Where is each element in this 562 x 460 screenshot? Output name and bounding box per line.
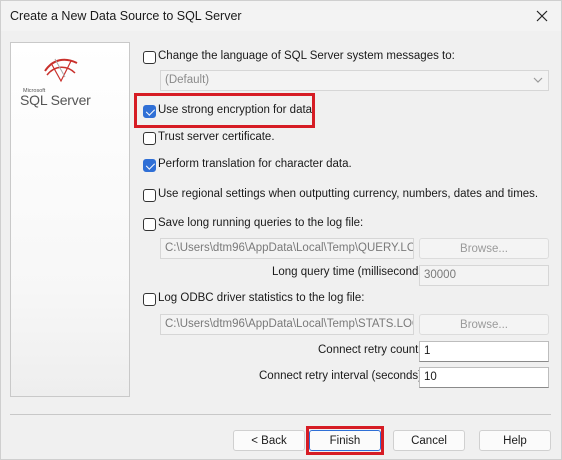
side-panel: Microsoft SQL Server — [10, 42, 130, 397]
regional-settings-label: Use regional settings when outputting cu… — [158, 188, 539, 200]
help-button[interactable]: Help — [479, 430, 551, 451]
close-button[interactable] — [529, 3, 555, 29]
stats-log-browse-button[interactable]: Browse... — [419, 314, 549, 335]
highlight-box-encryption — [134, 93, 315, 128]
long-query-time-label: Long query time (milliseconds): — [272, 266, 432, 278]
logo-product-text: SQL Server — [20, 92, 91, 108]
retry-count-label: Connect retry count: — [318, 344, 422, 356]
language-dropdown-value: (Default) — [165, 74, 210, 86]
retry-count-field[interactable]: 1 — [419, 341, 549, 362]
cancel-button[interactable]: Cancel — [393, 430, 465, 451]
translation-label: Perform translation for character data. — [158, 158, 352, 170]
long-queries-checkbox[interactable] — [143, 218, 156, 231]
retry-interval-label: Connect retry interval (seconds): — [259, 370, 426, 382]
change-language-checkbox[interactable] — [143, 51, 156, 64]
sql-server-logo-icon — [44, 58, 78, 83]
query-log-browse-button[interactable]: Browse... — [419, 238, 549, 259]
long-query-time-field[interactable]: 30000 — [419, 265, 549, 286]
footer-divider — [10, 414, 551, 415]
translation-checkbox[interactable] — [143, 159, 156, 172]
change-language-label: Change the language of SQL Server system… — [158, 50, 455, 62]
odbc-stats-label: Log ODBC driver statistics to the log fi… — [158, 292, 365, 304]
back-button[interactable]: < Back — [233, 430, 305, 451]
regional-settings-checkbox[interactable] — [143, 189, 156, 202]
window-title: Create a New Data Source to SQL Server — [10, 9, 242, 23]
long-queries-label: Save long running queries to the log fil… — [158, 217, 364, 229]
query-log-path-field[interactable]: C:\Users\dtm96\AppData\Local\Temp\QUERY.… — [160, 238, 414, 259]
odbc-stats-checkbox[interactable] — [143, 293, 156, 306]
dialog-window: Create a New Data Source to SQL Server M… — [0, 0, 562, 460]
highlight-box-finish — [306, 426, 384, 455]
retry-interval-field[interactable]: 10 — [419, 367, 549, 388]
close-icon — [536, 10, 548, 22]
trust-certificate-checkbox[interactable] — [143, 132, 156, 145]
language-dropdown[interactable]: (Default) — [160, 70, 549, 91]
trust-certificate-label: Trust server certificate. — [158, 131, 275, 143]
chevron-down-icon — [533, 77, 543, 83]
title-bar: Create a New Data Source to SQL Server — [1, 1, 561, 31]
stats-log-path-field[interactable]: C:\Users\dtm96\AppData\Local\Temp\STATS.… — [160, 314, 414, 335]
